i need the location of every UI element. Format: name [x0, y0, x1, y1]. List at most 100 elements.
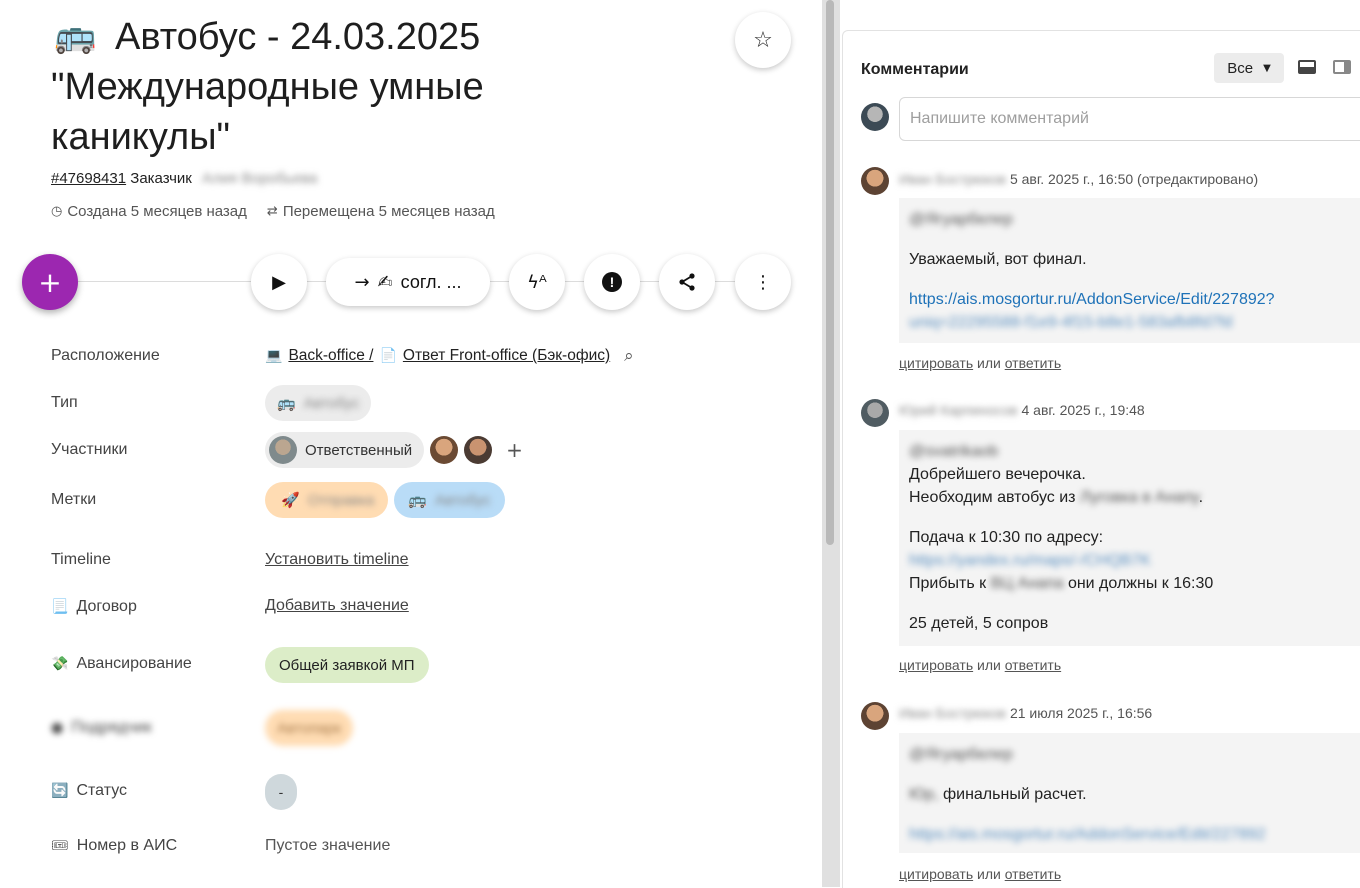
- more-vert-icon: ⋮: [754, 271, 772, 293]
- bus-icon: 🚌: [277, 394, 296, 412]
- play-icon: ▶: [272, 271, 286, 293]
- timeline-value: Установить timeline: [265, 551, 409, 569]
- rocket-icon: 🚀: [281, 491, 300, 509]
- member-avatar[interactable]: [464, 436, 493, 464]
- comment-body: @Ягуарбелер Юр, финальный расчет. https:…: [899, 733, 1360, 853]
- members-value: Ответственный +: [265, 432, 523, 468]
- add-fab-button[interactable]: +: [22, 254, 78, 310]
- advance-chip[interactable]: Общей заявкой МП: [265, 647, 429, 683]
- tags-value: 🚀 Отправка 🚌 Автобус: [265, 482, 505, 518]
- current-user-avatar: [861, 103, 889, 131]
- comment-meta: Иван Бострюков 21 июля 2025 г., 16:56: [899, 705, 1152, 721]
- comment-link[interactable]: https://yandex.ru/maps/-/CHQB7K: [909, 549, 1359, 572]
- comment-input[interactable]: [899, 97, 1360, 141]
- comment-mention[interactable]: @svatrikaob: [909, 440, 1359, 463]
- location-backoffice-link[interactable]: Back-office /: [288, 347, 373, 365]
- document-icon: 📄: [379, 348, 397, 364]
- left-scrollbar-thumb[interactable]: [826, 0, 834, 545]
- ticket-icon: 🎟: [51, 838, 69, 854]
- responsible-label: Ответственный: [305, 441, 413, 459]
- contract-value: Добавить значение: [265, 597, 409, 615]
- layout-bottom-icon[interactable]: [1298, 60, 1316, 74]
- location-value: 💻 Back-office / 📄 Ответ Front-office (Бэ…: [265, 346, 634, 366]
- comment-author[interactable]: Иван Бострюков: [899, 705, 1006, 721]
- location-board-link[interactable]: Ответ Front-office (Бэк-офис): [403, 347, 610, 365]
- reply-link[interactable]: ответить: [1005, 657, 1061, 673]
- automation-button[interactable]: ϟᴬ: [509, 254, 565, 310]
- plus-icon: +: [38, 265, 62, 299]
- comment-actions: цитировать или ответить: [899, 657, 1062, 673]
- created-text: Создана 5 месяцев назад: [67, 203, 247, 220]
- pane-splitter[interactable]: [822, 0, 840, 887]
- ticket-title: Автобус - 24.03.2025 "Международные умны…: [51, 12, 611, 162]
- ticket-id-line: #47698431 Заказчик Алия Воробьева: [51, 170, 317, 187]
- comment-link-rest[interactable]: uniq=22295588-f1e9-4f15-b8e1-583afb8fd7f…: [909, 311, 1359, 334]
- arrow-right-icon: →: [354, 271, 370, 293]
- layout-side-icon[interactable]: [1333, 60, 1351, 74]
- comment-text: 25 детей, 5 сопров: [909, 615, 1049, 632]
- advance-label: 💸 Авансирование: [51, 655, 192, 672]
- reply-link[interactable]: ответить: [1005, 355, 1061, 371]
- search-icon[interactable]: ⌕: [624, 346, 634, 366]
- comment-date: 5 авг. 2025 г., 16:50 (отредактировано): [1009, 171, 1259, 187]
- type-chip-label: Автобус: [303, 394, 360, 412]
- reply-link[interactable]: ответить: [1005, 866, 1061, 882]
- ais-number-value[interactable]: Пустое значение: [265, 837, 390, 855]
- comment-author[interactable]: Юрий Карпиносов: [899, 402, 1018, 418]
- comment-mention[interactable]: @Ягуарбелер: [909, 743, 1359, 766]
- status-transition-button[interactable]: → ✍ согл. ...: [326, 258, 490, 306]
- quote-link[interactable]: цитировать: [899, 355, 973, 371]
- add-member-icon[interactable]: +: [506, 438, 523, 462]
- hidden-field-chip[interactable]: Автопарк: [265, 710, 354, 746]
- comments-filter-value: Все: [1227, 59, 1254, 77]
- play-button[interactable]: ▶: [251, 254, 307, 310]
- comments-filter-select[interactable]: Все ▼: [1214, 53, 1284, 83]
- responsible-chip[interactable]: Ответственный: [265, 432, 425, 468]
- comment-author[interactable]: Иван Бострюков: [899, 171, 1006, 187]
- type-value: 🚌 Автобус: [265, 385, 372, 421]
- share-icon: [679, 273, 695, 291]
- comment-actions: цитировать или ответить: [899, 866, 1062, 882]
- comment-text: Прибыть к ВЦ Анапа они должны к 16:30: [909, 575, 1214, 592]
- type-chip[interactable]: 🚌 Автобус: [265, 385, 372, 421]
- comment-link[interactable]: https://ais.mosgortur.ru/AddonService/Ed…: [909, 291, 1275, 308]
- refresh-icon: 🔄: [51, 783, 69, 799]
- status-chip[interactable]: -: [265, 774, 297, 810]
- customer-label: Заказчик: [130, 170, 192, 187]
- move-arrows-icon: ⇄: [266, 204, 278, 219]
- writing-hand-icon: ✍: [377, 271, 393, 293]
- more-options-button[interactable]: ⋮: [735, 254, 791, 310]
- timeline-label: Timeline: [51, 551, 111, 568]
- ticket-id-link[interactable]: #47698431: [51, 170, 126, 187]
- tag-chip[interactable]: 🚌 Автобус: [394, 482, 505, 518]
- advance-value: Общей заявкой МП: [265, 647, 429, 683]
- comment-body: @svatrikaob Добрейшего вечерочка. Необхо…: [899, 430, 1360, 646]
- responsible-avatar: [269, 436, 297, 464]
- comment-link[interactable]: https://ais.mosgortur.ru/AddonService/Ed…: [909, 823, 1359, 846]
- favorite-button[interactable]: ☆: [735, 12, 791, 68]
- add-contract-link[interactable]: Добавить значение: [265, 597, 409, 615]
- hidden-field-value: Автопарк: [265, 710, 354, 746]
- comment-author-avatar: [861, 399, 889, 427]
- comment-text: Необходим автобус из Луговка в Анапу.: [909, 489, 1204, 506]
- star-outline-icon: ☆: [753, 27, 773, 53]
- quote-link[interactable]: цитировать: [899, 657, 973, 673]
- share-button[interactable]: [659, 254, 715, 310]
- member-avatar[interactable]: [430, 436, 459, 464]
- quote-link[interactable]: цитировать: [899, 866, 973, 882]
- comment-meta: Юрий Карпиносов 4 авг. 2025 г., 19:48: [899, 402, 1145, 418]
- tag-chip-label: Отправка: [307, 491, 375, 509]
- status-transition-label: согл. ...: [400, 271, 462, 292]
- members-label: Участники: [51, 441, 128, 458]
- tag-chip[interactable]: 🚀 Отправка: [265, 482, 389, 518]
- ticket-meta: ◷ Создана 5 месяцев назад ⇄ Перемещена 5…: [51, 203, 495, 220]
- ticket-pane: 🚌 Автобус - 24.03.2025 "Международные ум…: [0, 0, 822, 887]
- bus-icon: 🚌: [408, 491, 427, 509]
- status-label: 🔄 Статус: [51, 782, 128, 799]
- comment-mention[interactable]: @Ягуарбелер: [909, 208, 1359, 231]
- priority-button[interactable]: !: [584, 254, 640, 310]
- hidden-field-icon: ●: [51, 720, 64, 736]
- laptop-icon: 💻: [265, 348, 283, 364]
- set-timeline-link[interactable]: Установить timeline: [265, 551, 409, 569]
- tag-chip-label: Автобус: [434, 491, 491, 509]
